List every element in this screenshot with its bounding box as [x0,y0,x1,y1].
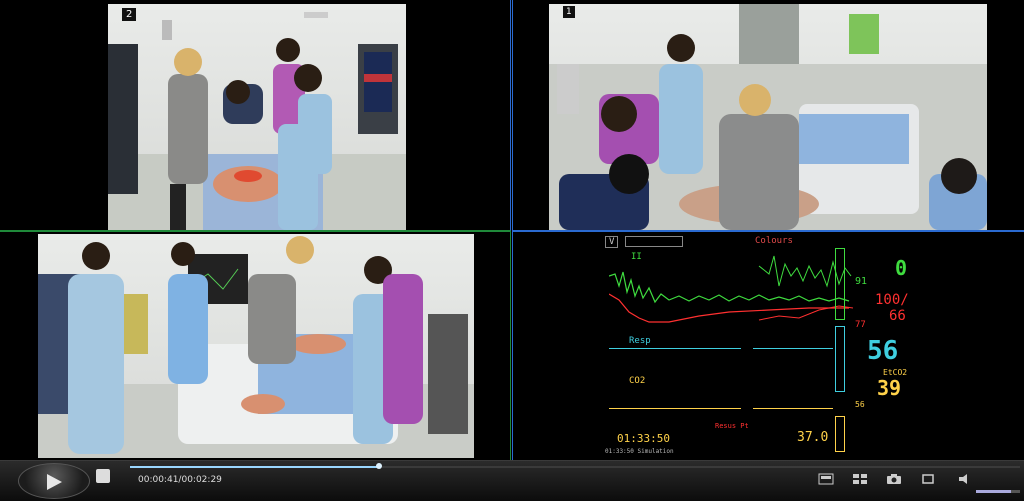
stop-button[interactable] [96,469,110,483]
monitor-footer: 01:33:50 Simulation [605,448,674,455]
etco2-sub: 56 [855,400,865,409]
resp-line-2 [753,348,833,349]
bp-systolic: 100/ [875,292,909,308]
cpr-scene-1 [108,12,406,230]
fullscreen-icon[interactable] [920,473,936,485]
resp-label: Resp [629,336,651,346]
co2-line-2 [753,408,833,409]
co2-label: CO2 [629,376,646,386]
etco2-value: 39 [877,376,902,400]
camera-pane-3[interactable] [0,231,511,460]
camera-pane-1[interactable]: 2 [0,0,511,231]
cpr-scene-3 [38,236,474,458]
ecg-waveform [609,255,854,323]
camera-pane-2[interactable]: 1 [512,0,1024,231]
layout-single-icon[interactable] [818,473,834,485]
spo2-value: 91 [855,276,868,287]
elapsed-time: 00:00:41 [138,475,179,485]
snapshot-icon[interactable] [886,473,902,485]
seek-bar[interactable] [0,463,1024,470]
bp-mean: 77 [855,320,866,330]
time-display: 00:00:41/00:02:29 [138,475,222,485]
seek-thumb[interactable] [376,463,382,469]
volume-icon[interactable] [958,473,974,485]
seek-fill [130,466,379,468]
volume-fill [976,490,1011,493]
camera-number-label: 2 [122,8,137,21]
camera-number-label: 1 [563,6,575,18]
play-icon [47,474,62,490]
elapsed-clock: 01:33:50 [617,432,670,445]
playback-bar: 00:00:41/00:02:29 [0,460,1024,501]
total-time: 00:02:29 [181,475,222,485]
bp-diastolic: 66 [889,308,906,324]
layout-quad-icon[interactable] [852,473,868,485]
cpr-scene-2 [549,4,987,230]
monitor-title: Colours [755,236,793,246]
temp-value: 37.0 [797,430,829,445]
play-button[interactable] [18,463,90,499]
vital-signs-monitor: V Colours II Resp CO2 0 91 100/ 66 77 56… [605,236,925,458]
video-grid: 2 1 V Colours II Resp CO2 0 91 100/ 66 7… [0,0,1024,460]
patient-monitor-pane[interactable]: V Colours II Resp CO2 0 91 100/ 66 77 56… [512,231,1024,460]
alarm-text: Resus Pt [715,422,749,430]
hr-value: 0 [895,256,908,280]
resp-line [609,348,741,349]
resp-side-tab [835,326,845,392]
co2-side-tab [835,416,845,452]
rr-value: 56 [867,336,899,366]
ecg-side-tab [835,248,845,320]
co2-line [609,408,741,409]
